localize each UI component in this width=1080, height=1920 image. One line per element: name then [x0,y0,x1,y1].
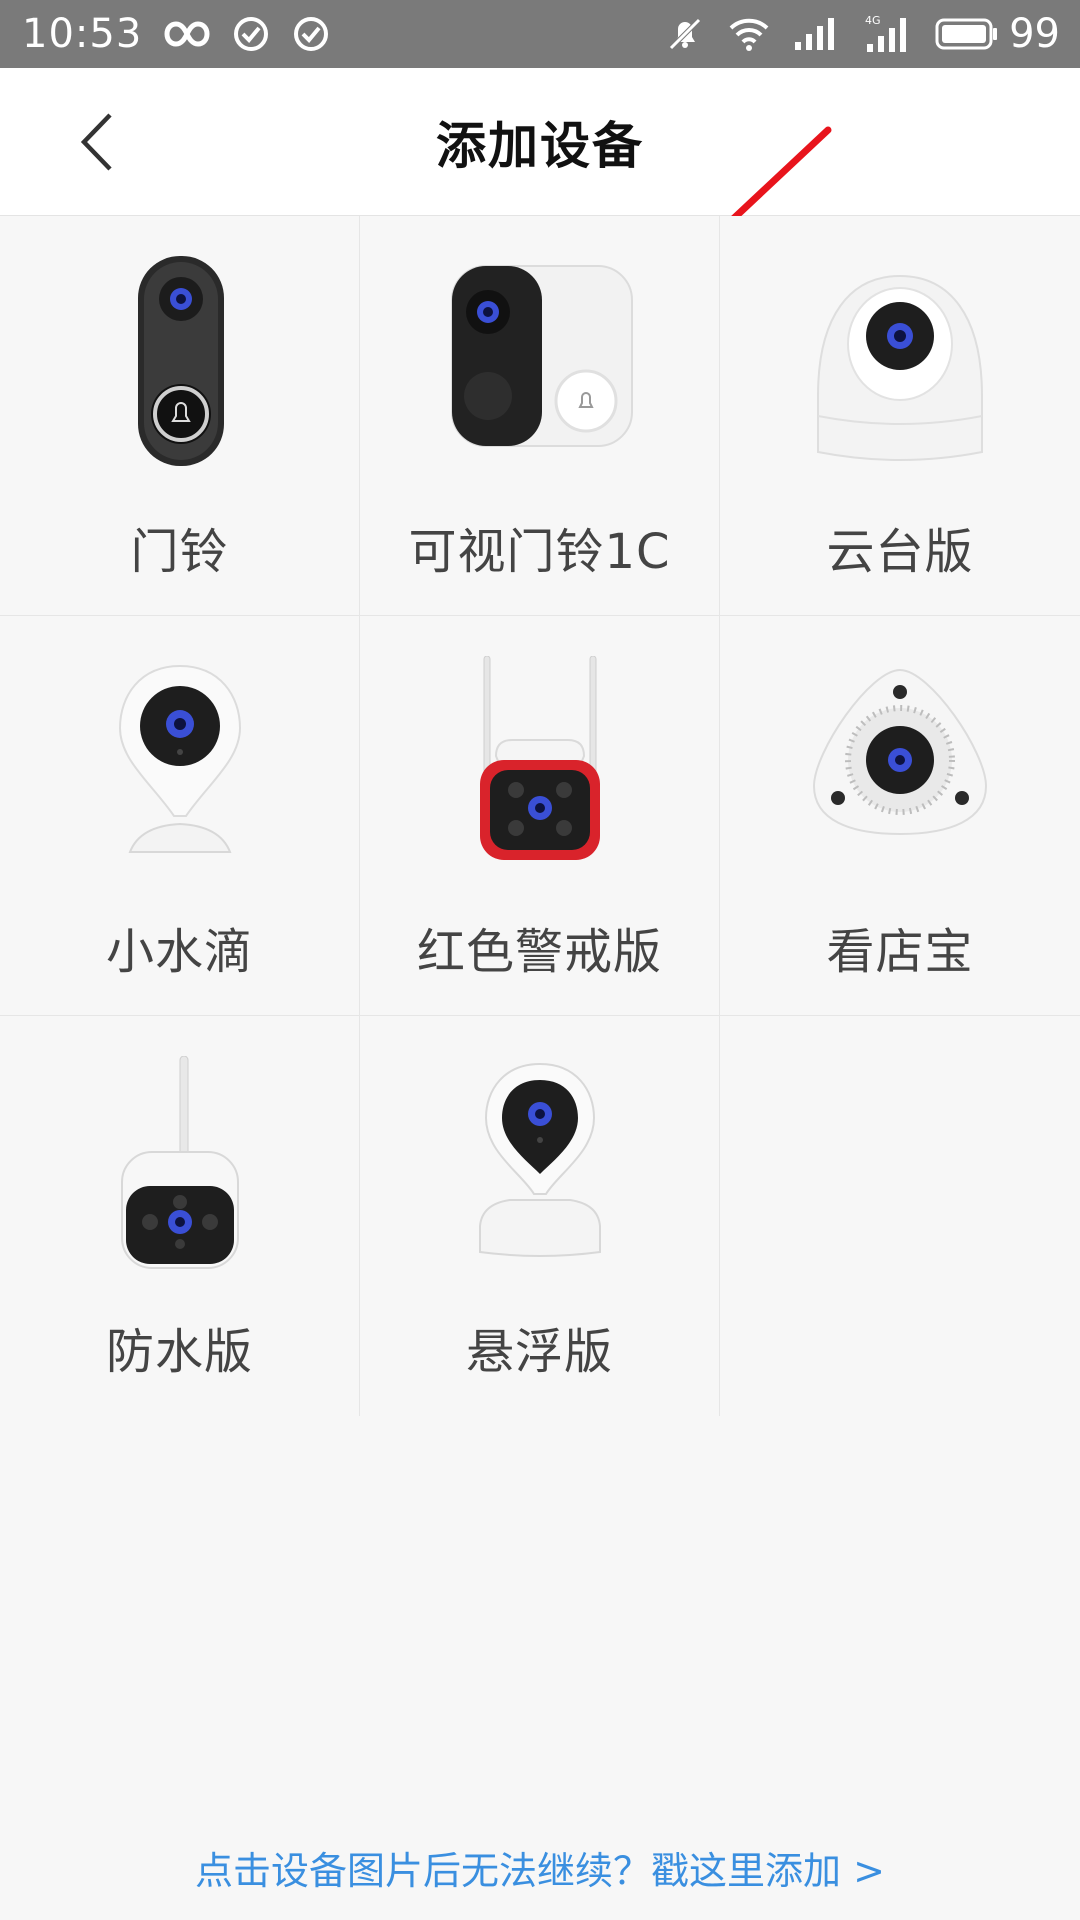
page-title: 添加设备 [436,116,644,175]
device-label: 红色警戒版 [416,924,662,980]
device-label: 可视门铃1C [408,524,671,580]
battery-indicator: 99 [935,11,1060,57]
device-label: 悬浮版 [465,1324,613,1380]
status-time: 10:53 [22,11,143,57]
check-circle-icon [292,15,330,53]
empty-grid-cell [720,1016,1080,1416]
device-doorbell[interactable]: 门铃 [0,216,360,616]
device-floating-camera[interactable]: 悬浮版 [360,1016,720,1416]
infinity-icon [164,20,210,48]
battery-percent: 99 [1009,11,1060,57]
device-drop-camera[interactable]: 小水滴 [0,616,360,1016]
device-label: 看店宝 [826,924,974,980]
status-bar: 10:53 4G 99 [0,0,1080,68]
check-circle-icon [232,15,270,53]
red-alert-camera-icon[interactable] [430,656,650,876]
manual-add-link[interactable]: 点击设备图片后无法继续？戳这里添加 > [0,1840,1080,1895]
device-ptz-camera[interactable]: 云台版 [720,216,1080,616]
device-label: 云台版 [826,524,974,580]
status-left: 10:53 [22,11,330,57]
device-grid: 门铃 可视门铃1C 云台版 小水滴 红色警戒版 看店宝 防水版 悬浮版 [0,216,1080,1416]
device-store-camera[interactable]: 看店宝 [720,616,1080,1016]
video-doorbell-icon[interactable] [430,256,650,476]
svg-text:4G: 4G [865,14,881,27]
device-label: 小水滴 [105,924,253,980]
status-right: 4G 99 [665,11,1060,57]
ptz-camera-icon[interactable] [790,256,1010,476]
doorbell-icon[interactable] [70,256,290,476]
mute-icon [665,14,705,54]
signal-4g-icon: 4G [863,14,913,54]
floating-camera-icon[interactable] [430,1056,650,1276]
device-label: 门铃 [130,524,229,580]
device-label: 防水版 [105,1324,253,1380]
device-red-alert-camera[interactable]: 红色警戒版 [360,616,720,1016]
waterproof-camera-icon[interactable] [70,1056,290,1276]
battery-icon [935,17,999,51]
device-waterproof-camera[interactable]: 防水版 [0,1016,360,1416]
chevron-left-icon [80,113,112,171]
app-header: 添加设备 [0,68,1080,216]
signal-icon [793,16,841,52]
drop-camera-icon[interactable] [70,656,290,876]
device-video-doorbell[interactable]: 可视门铃1C [360,216,720,616]
store-camera-icon[interactable] [790,656,1010,876]
wifi-icon [727,15,771,53]
back-button[interactable] [66,108,126,176]
